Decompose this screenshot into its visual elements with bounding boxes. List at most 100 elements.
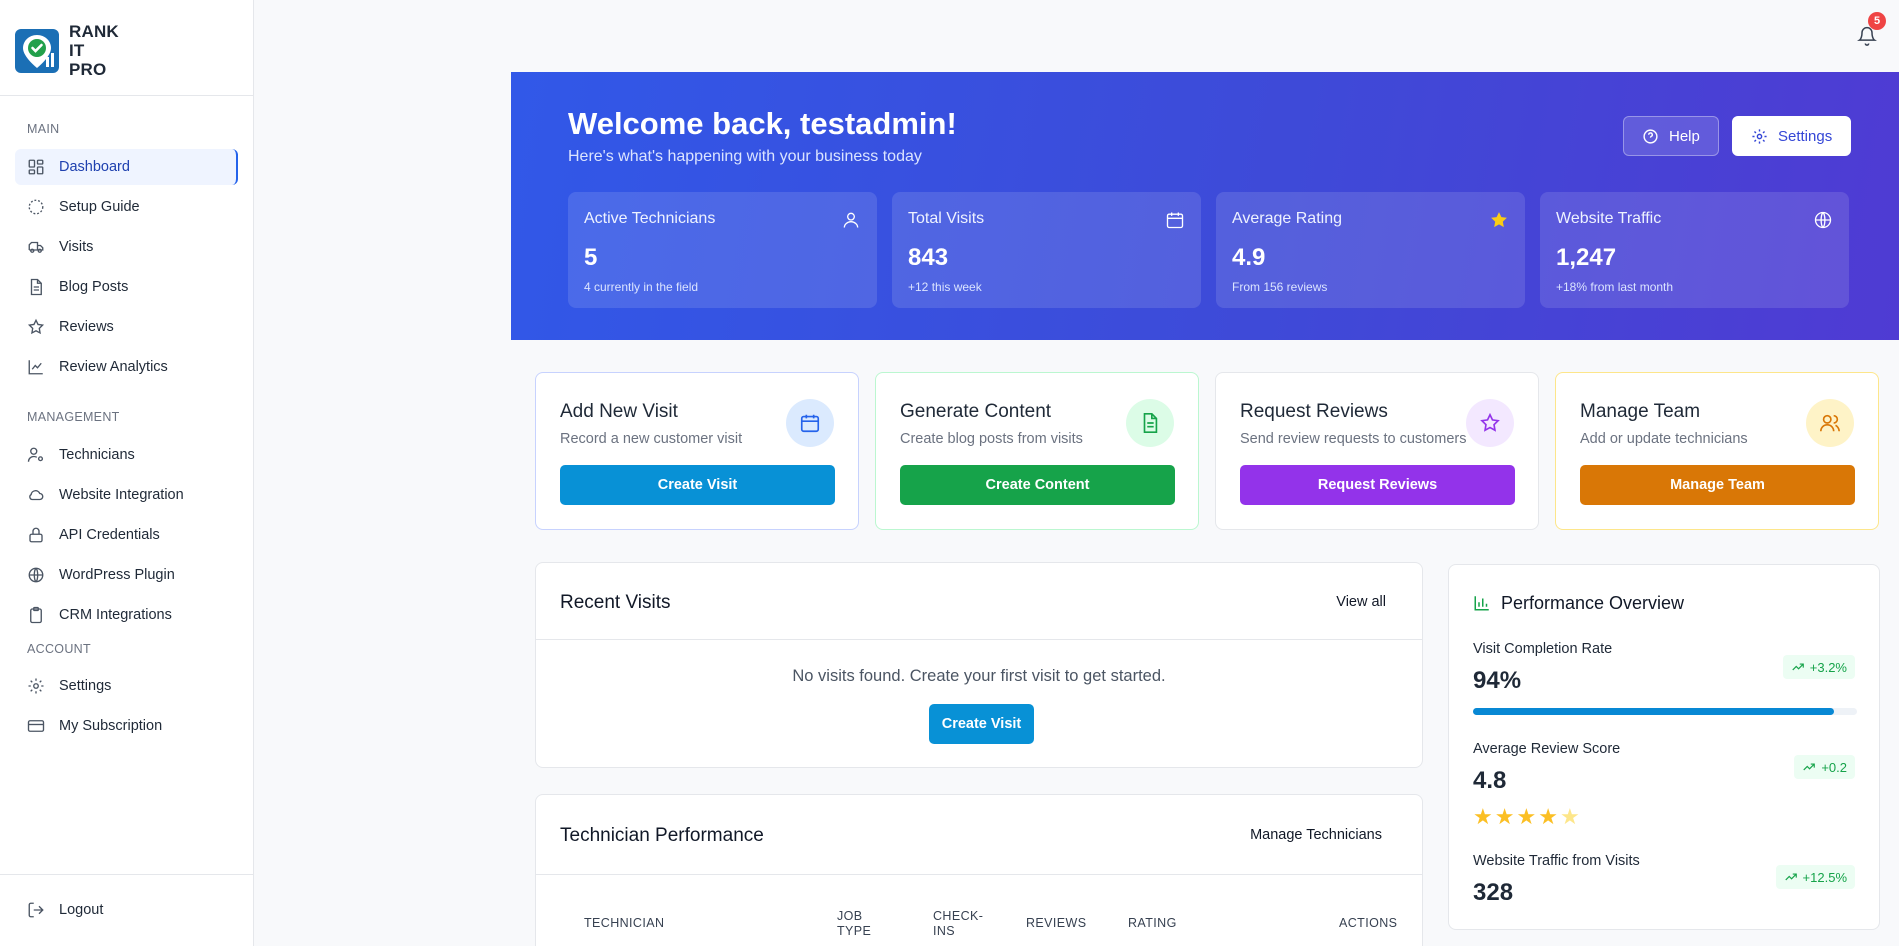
sidebar-item-setup-guide[interactable]: Setup Guide [15,189,238,225]
divider [0,95,254,96]
stat-value: 5 [584,244,598,271]
sidebar-item-label: Visits [59,239,94,255]
manage-technicians-link[interactable]: Manage Technicians [1250,827,1382,843]
star-icon [27,318,45,335]
sidebar-item-label: My Subscription [59,718,163,734]
trend-badge: +12.5% [1775,865,1855,889]
performance-overview-panel: Performance Overview Visit Completion Ra… [1448,564,1880,930]
sidebar-item-technicians[interactable]: Technicians [15,437,238,473]
page-subtitle: Here's what's happening with your busine… [568,148,922,165]
welcome-banner: Welcome back, testadmin! Here's what's h… [511,72,1899,340]
progress-bar [1473,708,1857,715]
logout-icon [28,902,44,918]
sidebar-item-wordpress-plugin[interactable]: WordPress Plugin [15,557,238,593]
star-icon: ★ [1516,804,1537,829]
sidebar-item-reviews[interactable]: Reviews [15,309,238,345]
action-card-add-visit: Add New Visit Record a new customer visi… [535,372,859,530]
sidebar-item-blog-posts[interactable]: Blog Posts [15,269,238,305]
action-description: Record a new customer visit [560,431,743,447]
panel-title: Technician Performance [560,825,764,846]
settings-label: Settings [1778,127,1833,145]
sidebar-item-crm-integrations[interactable]: CRM Integrations [15,597,238,633]
clipboard-icon [30,606,42,624]
metric-label: Visit Completion Rate [1473,641,1613,657]
action-title: Request Reviews [1240,401,1388,422]
action-description: Add or update technicians [1580,431,1748,447]
gear-icon [1752,128,1767,144]
column-header: REVIEWS [1026,916,1087,930]
sidebar-item-review-analytics[interactable]: Review Analytics [15,349,238,385]
calendar-icon [1166,212,1184,229]
star-icon: ★ [1538,804,1558,829]
logout-label: Logout [59,902,104,918]
view-all-link[interactable]: View all [1336,594,1386,610]
calendar-icon [800,414,820,433]
action-card-request-reviews: Request Reviews Send review requests to … [1215,372,1539,530]
recent-visits-panel: Recent Visits View all No visits found. … [535,562,1423,768]
stat-card-total-visits: Total Visits 843 +12 this week [892,192,1201,308]
column-header: CHECK- INS [933,909,984,938]
request-reviews-button[interactable]: Request Reviews [1240,465,1515,505]
logout-button[interactable]: Logout [15,892,238,928]
sidebar: RANK IT PRO MAIN Dashboard Setup Guide V… [0,0,254,946]
sidebar-item-website-integration[interactable]: Website Integration [15,477,238,513]
empty-state-message: No visits found. Create your first visit… [792,667,1166,685]
user-icon [843,212,859,228]
progress-fill [1473,708,1834,715]
globe-icon [28,567,44,583]
action-title: Generate Content [900,401,1052,422]
create-visit-button[interactable]: Create Visit [560,465,835,505]
star-icon [1491,212,1507,228]
trend-value: +12.5% [1802,869,1847,885]
sidebar-item-visits[interactable]: Visits [15,229,238,265]
section-management-label: MANAGEMENT [27,410,120,424]
sidebar-item-my-subscription[interactable]: My Subscription [15,708,238,744]
stat-note: 4 currently in the field [584,280,699,294]
globe-icon [1814,211,1832,229]
stat-value: 4.9 [1232,244,1266,271]
panel-title: Recent Visits [560,592,671,613]
sidebar-item-label: Dashboard [59,159,130,175]
brand-logo[interactable]: RANK IT PRO [15,22,119,79]
help-button[interactable]: Help [1623,116,1719,156]
brand-name: RANK IT PRO [69,22,119,79]
sidebar-item-dashboard[interactable]: Dashboard [15,149,238,185]
technician-performance-panel: Technician Performance Manage Technician… [535,794,1423,946]
action-card-generate-content: Generate Content Create blog posts from … [875,372,1199,530]
trend-value: +3.2% [1809,659,1847,675]
sidebar-item-settings[interactable]: Settings [15,668,238,704]
column-header: TECHNICIAN [584,916,665,930]
panel-title: Performance Overview [1501,593,1685,613]
settings-button[interactable]: Settings [1732,116,1852,156]
star-icon [1480,412,1500,432]
star-icon: ★ [1494,804,1515,829]
stat-note: +12 this week [908,280,982,294]
stat-label: Website Traffic [1556,210,1662,227]
column-header: JOB TYPE [837,909,872,938]
gear-icon [28,678,44,694]
star-icon: ★ [1473,804,1493,829]
metric-label: Average Review Score [1473,741,1621,757]
star-icon: ★ [1559,804,1580,829]
sidebar-item-api-credentials[interactable]: API Credentials [15,517,238,553]
trend-badge: +0.2 [1794,755,1855,779]
sidebar-item-label: Technicians [59,447,135,463]
create-visit-button[interactable]: Create Visit [929,704,1034,744]
trend-up-icon [1792,663,1804,671]
action-description: Create blog posts from visits [900,431,1083,447]
manage-team-button[interactable]: Manage Team [1580,465,1855,505]
create-content-button[interactable]: Create Content [900,465,1175,505]
trend-up-icon [1784,873,1797,881]
document-icon [1143,413,1158,433]
sidebar-item-label: Reviews [59,319,114,335]
action-title: Manage Team [1580,401,1701,422]
credit-card-icon [27,720,45,732]
divider [536,874,1422,875]
sidebar-item-label: Blog Posts [59,279,129,295]
stat-value: 843 [908,244,949,271]
document-icon [30,278,42,296]
stat-note: From 156 reviews [1232,280,1328,294]
sidebar-item-label: Settings [59,678,112,694]
sidebar-item-label: CRM Integrations [59,607,172,623]
logo-icon [15,28,59,73]
